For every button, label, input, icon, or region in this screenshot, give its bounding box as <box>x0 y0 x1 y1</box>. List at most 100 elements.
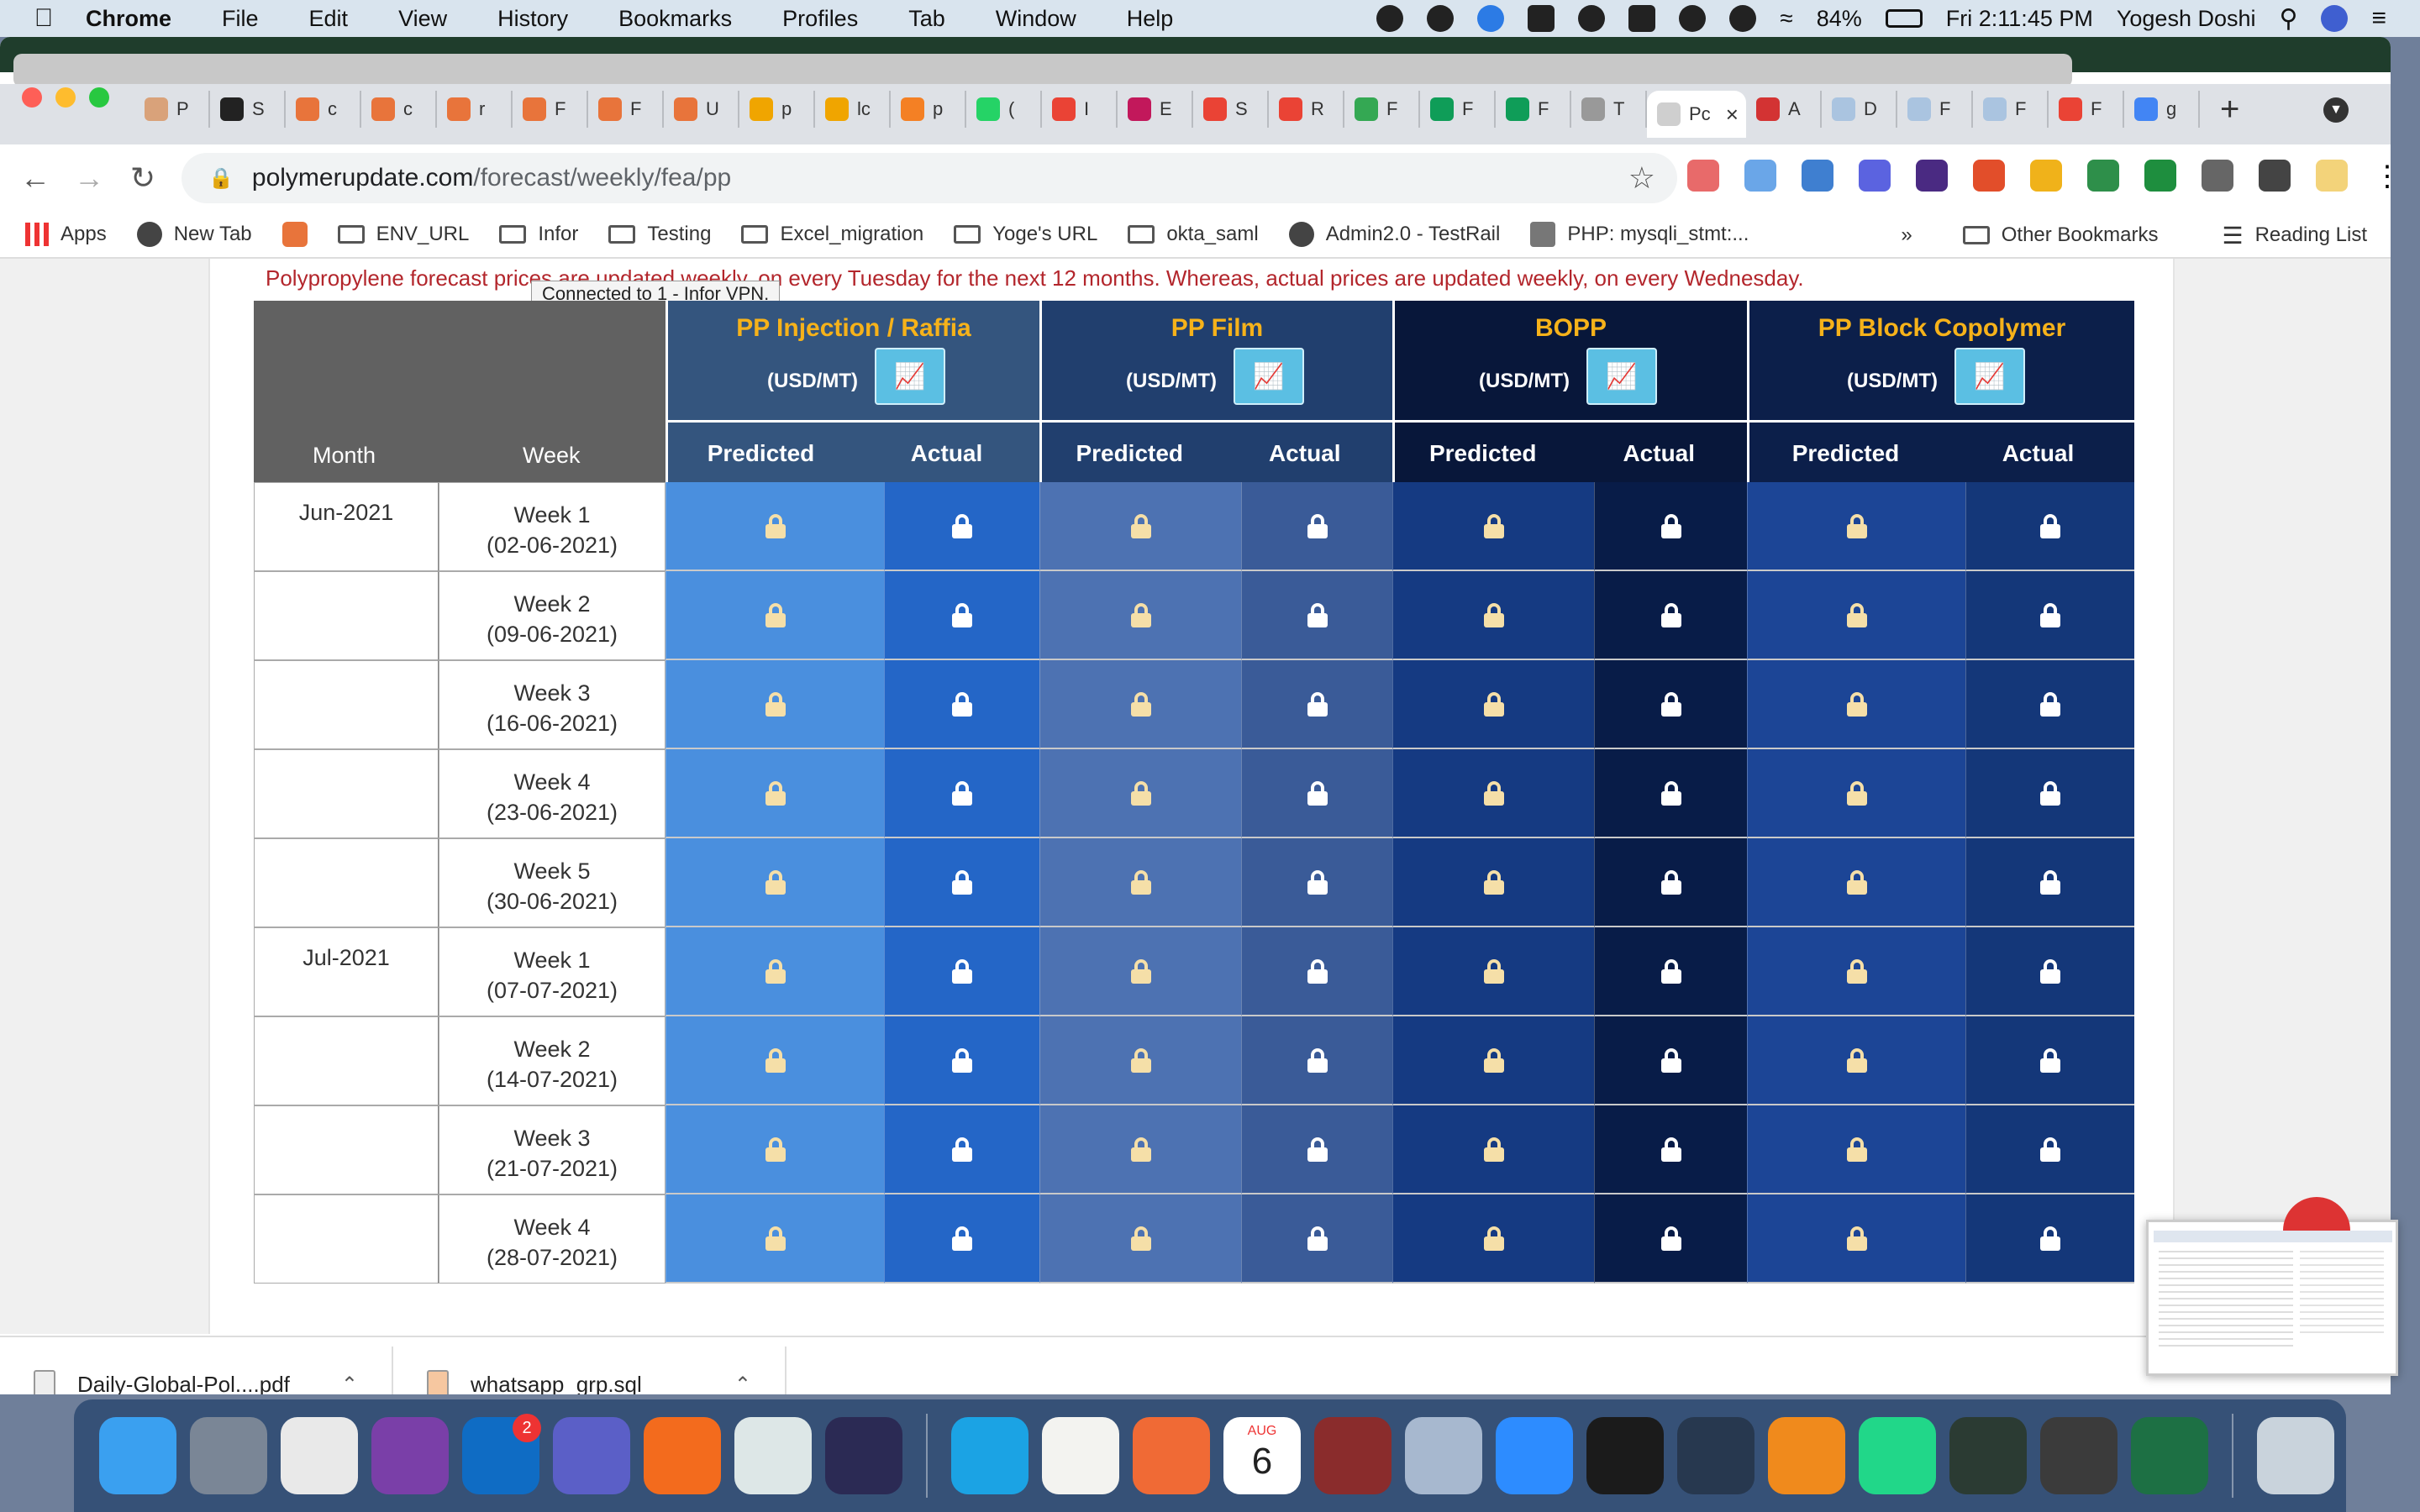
actual-price-cell[interactable] <box>1241 927 1392 1016</box>
browser-tab[interactable]: D <box>1822 91 1897 128</box>
actual-price-cell[interactable] <box>884 1105 1039 1194</box>
other-bookmarks[interactable]: Other Bookmarks <box>1962 223 2158 247</box>
tab-label[interactable]: I <box>1084 98 1089 120</box>
predicted-price-cell[interactable] <box>1747 749 1965 838</box>
lock-icon[interactable] <box>1846 870 1867 895</box>
actual-price-cell[interactable] <box>1594 571 1747 660</box>
lock-icon[interactable] <box>1846 692 1867 717</box>
browser-tab[interactable]: U <box>664 91 739 128</box>
bluetooth-app-icon[interactable] <box>1477 5 1505 32</box>
menu-history[interactable]: History <box>497 6 568 32</box>
actual-price-cell[interactable] <box>1241 1194 1392 1284</box>
tab-label[interactable]: F <box>630 98 641 120</box>
tab-label[interactable]: S <box>252 98 265 120</box>
bookmark-apps[interactable]: Apps <box>25 223 107 246</box>
predicted-price-cell[interactable] <box>1039 482 1241 571</box>
browser-tab[interactable]: F <box>1420 91 1496 128</box>
minus-status-icon[interactable] <box>1628 5 1656 32</box>
lock-icon[interactable] <box>2040 1048 2060 1073</box>
tab-label[interactable]: c <box>328 98 337 120</box>
tab-label[interactable]: F <box>2091 98 2102 120</box>
predicted-price-cell[interactable] <box>1747 660 1965 749</box>
browser-tab[interactable]: S <box>1193 91 1269 128</box>
extension-icon[interactable] <box>1744 160 1776 192</box>
extension-icon[interactable] <box>1687 160 1719 192</box>
browser-tab[interactable]: p <box>891 91 966 128</box>
lock-icon[interactable] <box>1307 959 1328 984</box>
tab-label[interactable]: S <box>1235 98 1248 120</box>
lock-icon[interactable] <box>952 692 972 717</box>
chrome-icon[interactable] <box>274 1412 365 1499</box>
predicted-price-cell[interactable] <box>1392 838 1594 927</box>
predicted-price-cell[interactable] <box>1039 1105 1241 1194</box>
apple-menu-icon[interactable]:  <box>17 4 71 33</box>
vpn-status-icon[interactable] <box>1427 5 1455 32</box>
predicted-price-cell[interactable] <box>666 1194 884 1284</box>
lock-icon[interactable] <box>1660 1048 1681 1073</box>
lock-icon[interactable] <box>1660 870 1681 895</box>
predicted-price-cell[interactable] <box>1747 1016 1965 1105</box>
extensions-puzzle-icon[interactable] <box>2202 160 2233 192</box>
lock-icon[interactable] <box>765 959 786 984</box>
actual-price-cell[interactable] <box>884 482 1039 571</box>
lock-icon[interactable] <box>952 1137 972 1162</box>
browser-tab[interactable]: ( <box>966 91 1042 128</box>
browser-tab[interactable]: T <box>1571 91 1647 128</box>
extension-icon[interactable] <box>2144 160 2176 192</box>
lock-icon[interactable] <box>1846 959 1867 984</box>
url-path[interactable]: /forecast/weekly/fea/pp <box>473 164 731 192</box>
lock-icon[interactable] <box>952 959 972 984</box>
chart-button[interactable]: 📈 <box>1586 348 1657 405</box>
actual-price-cell[interactable] <box>1241 1105 1392 1194</box>
extension-icon[interactable] <box>1916 160 1948 192</box>
tab-label[interactable]: T <box>1613 98 1624 120</box>
menubar-clock[interactable]: Fri 2:11:45 PM <box>1946 6 2093 32</box>
browser-tab[interactable]: F <box>1897 91 1973 128</box>
actual-price-cell[interactable] <box>1594 1016 1747 1105</box>
eclipse-icon[interactable] <box>818 1412 909 1499</box>
extension-icon[interactable] <box>2030 160 2062 192</box>
predicted-price-cell[interactable] <box>666 749 884 838</box>
actual-price-cell[interactable] <box>1241 838 1392 927</box>
wifi-icon[interactable]: ≈ <box>1780 5 1792 32</box>
lock-icon[interactable] <box>1130 781 1151 806</box>
actual-price-cell[interactable] <box>1594 749 1747 838</box>
lock-icon[interactable] <box>1130 603 1151 627</box>
bookmark-php[interactable]: PHP: mysqli_stmt:... <box>1530 222 1749 247</box>
lock-icon[interactable] <box>1307 1226 1328 1251</box>
actual-price-cell[interactable] <box>1965 571 2134 660</box>
lock-icon[interactable] <box>2040 959 2060 984</box>
actual-price-cell[interactable] <box>1594 482 1747 571</box>
lock-icon[interactable] <box>2040 870 2060 895</box>
extension-icon[interactable] <box>2087 160 2119 192</box>
predicted-price-cell[interactable] <box>1747 571 1965 660</box>
vlc-icon[interactable] <box>1761 1412 1852 1499</box>
lock-icon[interactable] <box>1130 870 1151 895</box>
predicted-price-cell[interactable] <box>1039 838 1241 927</box>
actual-price-cell[interactable] <box>1241 660 1392 749</box>
zoom-menubar-icon[interactable] <box>1528 5 1555 32</box>
lock-icon[interactable] <box>952 514 972 538</box>
predicted-price-cell[interactable] <box>1039 1016 1241 1105</box>
bookmark-testrail[interactable]: Admin2.0 - TestRail <box>1288 222 1500 247</box>
chevron-up-icon[interactable]: ⌃ <box>734 1373 751 1395</box>
address-bar[interactable]: 🔒 polymerupdate.com/forecast/weekly/fea/… <box>182 153 1677 203</box>
predicted-price-cell[interactable] <box>666 1105 884 1194</box>
lock-icon[interactable] <box>1483 870 1504 895</box>
sublime-icon[interactable] <box>2033 1412 2124 1499</box>
menu-edit[interactable]: Edit <box>309 6 349 32</box>
predicted-price-cell[interactable] <box>1039 571 1241 660</box>
predicted-price-cell[interactable] <box>1747 927 1965 1016</box>
actual-price-cell[interactable] <box>1965 927 2134 1016</box>
outlook-icon[interactable]: 2 <box>455 1412 546 1499</box>
reading-list[interactable]: ☰ Reading List <box>2222 222 2367 249</box>
browser-tab[interactable]: F <box>2049 91 2124 128</box>
forward-button[interactable]: → <box>62 160 116 196</box>
predicted-price-cell[interactable] <box>1747 1105 1965 1194</box>
lock-icon[interactable] <box>1660 1226 1681 1251</box>
lock-icon[interactable] <box>1307 514 1328 538</box>
close-tab-icon[interactable]: × <box>1726 102 1739 128</box>
extension-icon[interactable] <box>1859 160 1891 192</box>
actual-price-cell[interactable] <box>1965 749 2134 838</box>
predicted-price-cell[interactable] <box>1392 482 1594 571</box>
